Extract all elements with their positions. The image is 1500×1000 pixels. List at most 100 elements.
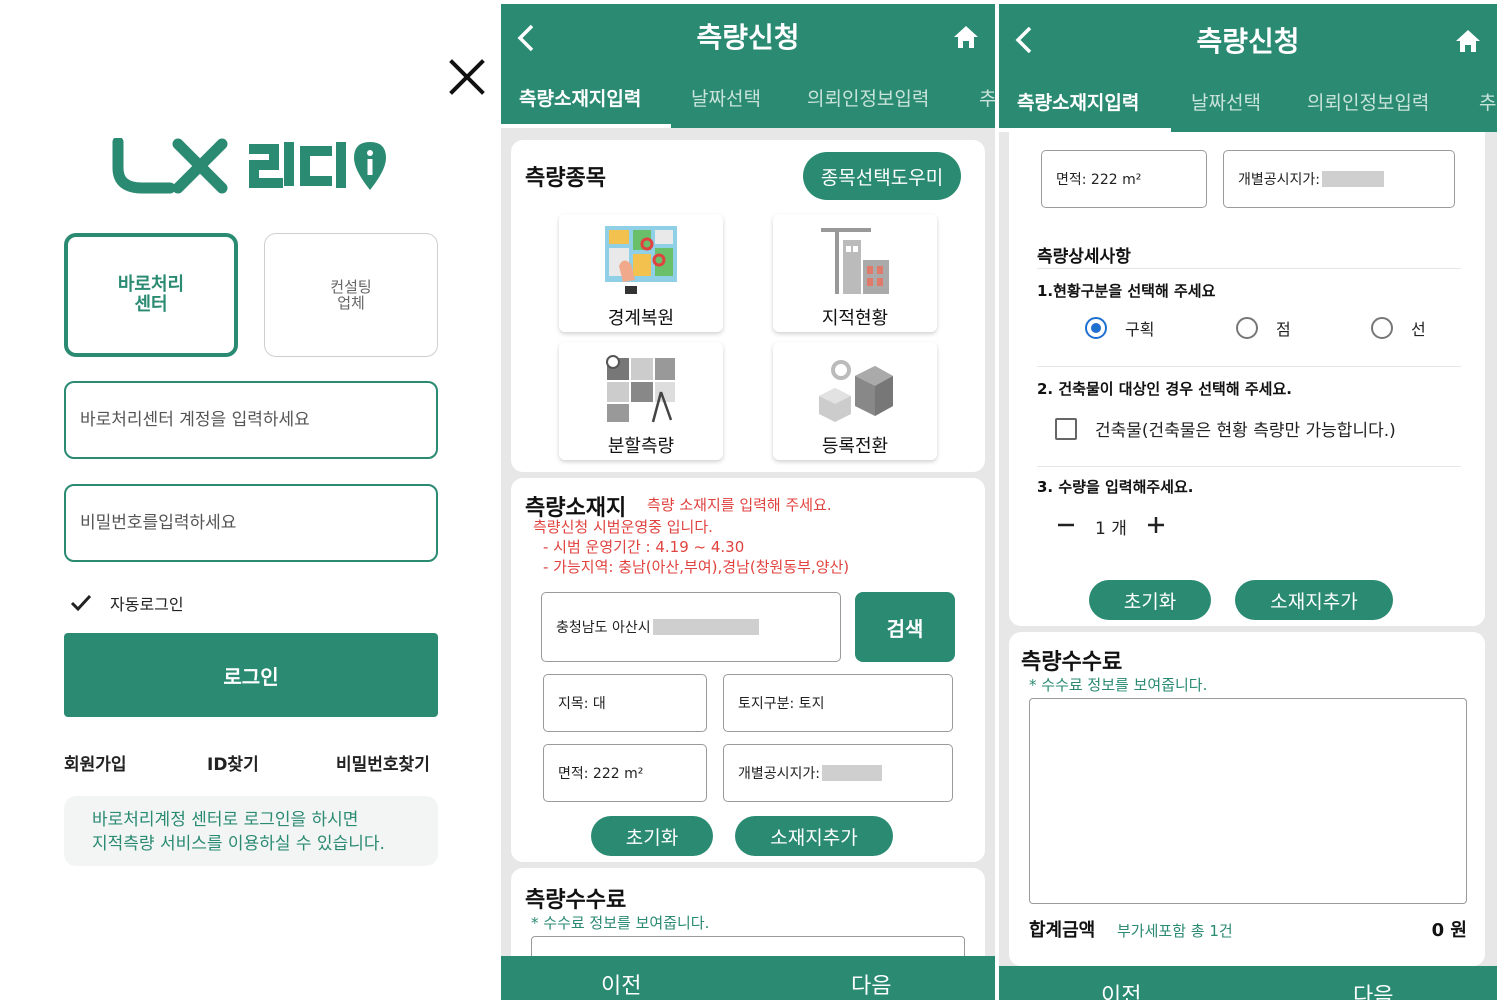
tab-consulting-company[interactable]: 컨설팅 업체 [264,233,438,357]
tab-direct-center[interactable]: 바로처리 센터 [64,233,238,357]
type-label: 등록전환 [821,436,889,457]
next-button[interactable]: 다음 [1353,978,1393,1000]
prev-button[interactable]: 이전 [601,968,641,1000]
tab-client-info[interactable]: 의뢰인정보입력 [807,84,929,111]
type-subdivision[interactable]: 분할측량 [559,342,723,460]
question-2: 2. 건축물이 대상인 경우 선택해 주세요. [1037,380,1292,398]
home-icon[interactable] [951,22,981,52]
location-prompt: 측량 소재지를 입력해 주세요. [647,496,832,514]
grid-compass-icon [606,355,675,423]
find-password-link[interactable]: 비밀번호찾기 [336,750,430,775]
location-card: 측량소재지 측량 소재지를 입력해 주세요. 측량신청 시범운영중 입니다. -… [511,478,985,862]
plus-icon[interactable] [1145,514,1167,536]
minus-icon[interactable] [1055,514,1077,536]
close-icon[interactable] [445,55,489,99]
type-boundary-restore[interactable]: 경계복원 [559,214,723,332]
login-button[interactable]: 로그인 [64,633,438,717]
price-redacted [1322,171,1384,187]
tab-more[interactable]: 추 [979,84,995,111]
survey-request-screen-2: 측량신청 측량소재지입력 날짜선택 의뢰인정보입력 추 면적: 222 m² 개… [999,4,1497,1000]
total-label: 합계금액 [1029,920,1096,941]
radio-label: 선 [1411,320,1426,339]
official-price-field: 개별공시지가: [723,744,953,802]
price-redacted [822,765,882,781]
bottom-nav: 이전 다음 [999,966,1497,1000]
login-notice: 바로처리계정 센터로 로그인을 하시면 지적측량 서비스를 이용하실 수 있습니… [64,796,438,866]
checkmark-icon [70,594,92,612]
type-helper-button[interactable]: 종목선택도우미 [803,152,961,200]
address-value: 충청남도 아산시 [556,620,651,636]
building-checkbox[interactable]: 건축물(건축물은 현황 측량만 가능합니다.) [1055,416,1396,441]
fee-subtitle: * 수수료 정보를 보여줍니다. [1029,676,1208,694]
tab-location-input[interactable]: 측량소재지입력 [1017,88,1139,115]
reset-button[interactable]: 초기화 [1089,580,1211,620]
land-division-field: 토지구분: 토지 [723,674,953,732]
area-field: 면적: 222 m² [1041,150,1207,208]
type-label: 분할측량 [607,436,675,457]
page-title: 측량신청 [696,21,800,54]
tab-location-input[interactable]: 측량소재지입력 [519,84,641,111]
notice-line-2: 지적측량 서비스를 이용하실 수 있습니다. [92,834,385,854]
divider [1037,466,1461,467]
checkbox-label: 건축물(건축물은 현황 측량만 가능합니다.) [1095,421,1396,441]
tab-date-select[interactable]: 날짜선택 [691,84,761,111]
question-1: 1.현황구분을 선택해 주세요 [1037,282,1216,300]
auto-login-toggle[interactable]: 자동로그인 [68,590,184,616]
radio-empty-icon [1236,317,1258,339]
area-field: 면적: 222 m² [543,744,707,802]
tab-more[interactable]: 추 [1479,88,1496,115]
fee-title: 측량수수료 [1021,650,1123,675]
notice-line-1: 바로처리계정 센터로 로그인을 하시면 [92,810,359,830]
password-input[interactable] [64,484,438,562]
radio-label: 점 [1276,320,1291,339]
add-location-button[interactable]: 소재지추가 [735,816,893,856]
pilot-regions: - 가능지역: 충남(아산,부여),경남(창원동부,양산) [543,558,850,576]
divider [1037,268,1461,269]
tab-date-select[interactable]: 날짜선택 [1191,88,1261,115]
active-tab-indicator [501,124,671,128]
radio-selected-icon [1085,317,1107,339]
official-price-label: 개별공시지가: [738,766,820,782]
bottom-nav: 이전 다음 [501,956,995,1000]
address-field[interactable]: 충청남도 아산시 [541,592,841,662]
radio-point[interactable]: 점 [1236,316,1291,340]
prev-button[interactable]: 이전 [1101,978,1141,1000]
map-pin-icon [605,226,677,294]
app-header: 측량신청 측량소재지입력 날짜선택 의뢰인정보입력 추 [501,4,995,128]
type-registration-conversion[interactable]: 등록전환 [773,342,937,460]
add-location-button[interactable]: 소재지추가 [1235,580,1393,620]
question-3: 3. 수량을 입력해주세요. [1037,478,1194,496]
radio-label: 구획 [1125,320,1155,339]
fee-subtitle: * 수수료 정보를 보여줍니다. [531,914,710,932]
survey-request-screen-1: 측량신청 측량소재지입력 날짜선택 의뢰인정보입력 추 측량종목 종목선택도우미 [501,4,995,1000]
signup-link[interactable]: 회원가입 [64,750,127,775]
radio-empty-icon [1371,317,1393,339]
radio-block[interactable]: 구획 [1085,316,1154,340]
survey-type-card: 측량종목 종목선택도우미 경계복원 지적현황 분할측량 등록전환 [511,140,985,472]
checkbox-empty-icon [1055,417,1077,440]
pilot-notice: 측량신청 시범운영중 입니다. [533,518,713,536]
fee-info-box [1029,698,1467,904]
step-tabs: 측량소재지입력 날짜선택 의뢰인정보입력 추 [501,74,995,128]
pilot-period: - 시범 운영기간 : 4.19 ~ 4.30 [543,538,745,556]
survey-type-title: 측량종목 [525,166,606,191]
divider [1037,366,1461,367]
fee-card: 측량수수료 * 수수료 정보를 보여줍니다. 합계금액 부가세포함 총 1건 0… [1009,632,1485,966]
building-crane-icon [821,228,889,294]
next-button[interactable]: 다음 [851,968,891,1000]
radio-line[interactable]: 선 [1371,316,1426,340]
address-redacted [652,619,759,635]
details-title: 측량상세사항 [1037,247,1131,267]
page-title: 측량신청 [1196,25,1300,58]
type-label: 경계복원 [607,308,675,329]
type-cadastral-status[interactable]: 지적현황 [773,214,937,332]
home-icon[interactable] [1453,26,1483,56]
reset-button[interactable]: 초기화 [591,816,713,856]
search-button[interactable]: 검색 [855,592,955,662]
tab-client-info[interactable]: 의뢰인정보입력 [1307,88,1429,115]
account-input[interactable] [64,381,438,459]
official-price-field: 개별공시지가: [1223,150,1455,208]
find-id-link[interactable]: ID찾기 [207,750,259,775]
fee-title: 측량수수료 [525,888,627,913]
total-sub: 부가세포함 총 1건 [1117,922,1233,940]
